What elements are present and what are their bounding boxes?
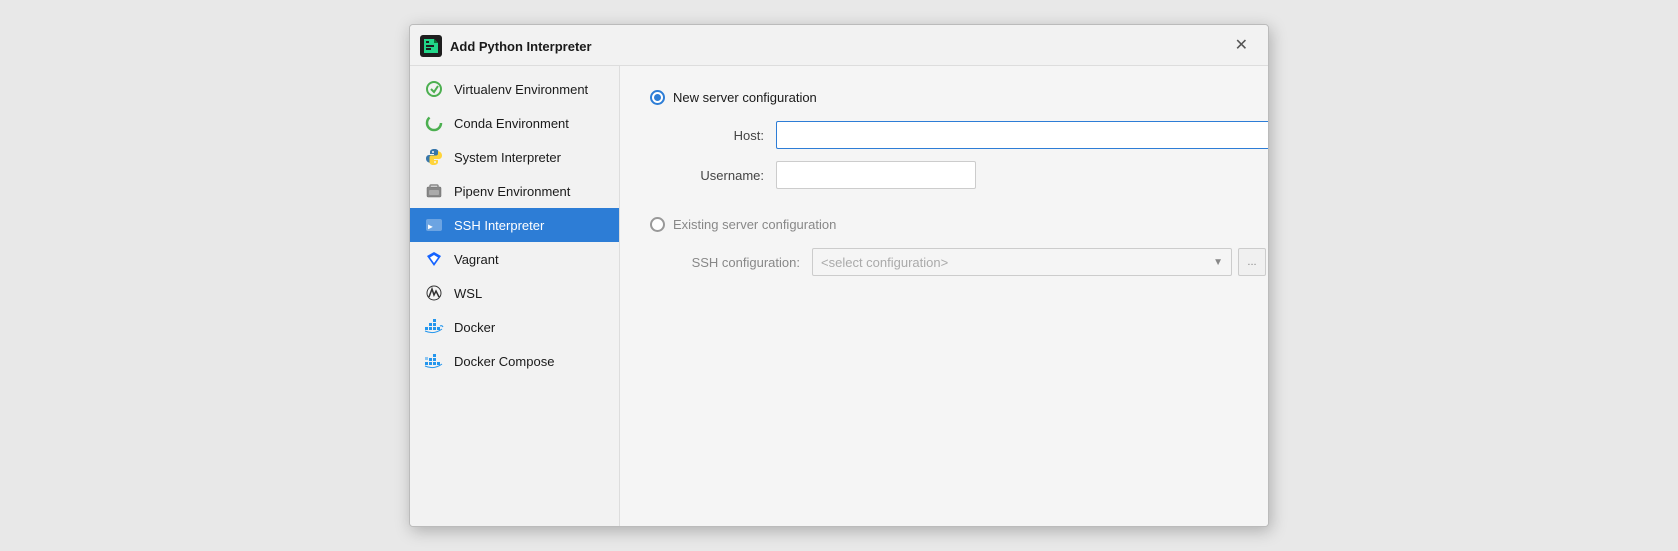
- vagrant-icon: [424, 249, 444, 269]
- new-server-radio[interactable]: [650, 90, 665, 105]
- existing-server-radio-row[interactable]: Existing server configuration: [650, 217, 1269, 232]
- sidebar-item-label: Virtualenv Environment: [454, 82, 588, 97]
- sidebar-item-system[interactable]: System Interpreter: [410, 140, 619, 174]
- close-button[interactable]: ✕: [1229, 36, 1254, 56]
- dialog-body: Virtualenv Environment Conda Environment…: [410, 66, 1268, 526]
- title-bar: Add Python Interpreter ✕: [410, 25, 1268, 66]
- sidebar-item-wsl[interactable]: WSL: [410, 276, 619, 310]
- ssh-config-select-wrapper: <select configuration> ▼ ...: [812, 248, 1266, 276]
- sidebar-item-label: Conda Environment: [454, 116, 569, 131]
- docker-compose-icon: [424, 351, 444, 371]
- pycharm-logo-icon: [420, 35, 442, 57]
- python-icon: [424, 147, 444, 167]
- dots-label: ...: [1247, 256, 1256, 268]
- wsl-icon: [424, 283, 444, 303]
- username-row: Username:: [650, 161, 1269, 189]
- ssh-icon: ▶: [424, 215, 444, 235]
- host-port-row: Host: Port:: [650, 121, 1269, 149]
- new-server-radio-row[interactable]: New server configuration: [650, 90, 1269, 105]
- sidebar-item-docker[interactable]: Docker: [410, 310, 619, 344]
- new-server-section: New server configuration Host: Port: Use…: [650, 90, 1269, 189]
- sidebar-item-label: Pipenv Environment: [454, 184, 570, 199]
- ssh-config-placeholder: <select configuration>: [821, 255, 948, 270]
- sidebar-item-label: Docker: [454, 320, 495, 335]
- ssh-config-row: SSH configuration: <select configuration…: [650, 248, 1269, 276]
- sidebar-item-virtualenv[interactable]: Virtualenv Environment: [410, 72, 619, 106]
- svg-text:▶: ▶: [428, 222, 433, 231]
- sidebar-item-label: SSH Interpreter: [454, 218, 544, 233]
- ssh-config-dots-button[interactable]: ...: [1238, 248, 1266, 276]
- sidebar-item-vagrant[interactable]: Vagrant: [410, 242, 619, 276]
- virtualenv-icon: [424, 79, 444, 99]
- sidebar-item-docker-compose[interactable]: Docker Compose: [410, 344, 619, 378]
- add-python-interpreter-dialog: Add Python Interpreter ✕ Virtualenv Envi…: [409, 24, 1269, 527]
- title-bar-left: Add Python Interpreter: [420, 35, 592, 57]
- existing-server-label: Existing server configuration: [673, 217, 836, 232]
- conda-icon: [424, 113, 444, 133]
- dropdown-arrow-icon: ▼: [1213, 257, 1223, 268]
- dialog-title: Add Python Interpreter: [450, 39, 592, 54]
- sidebar-item-label: System Interpreter: [454, 150, 561, 165]
- sidebar-item-pipenv[interactable]: Pipenv Environment: [410, 174, 619, 208]
- existing-server-radio[interactable]: [650, 217, 665, 232]
- existing-server-section: Existing server configuration SSH config…: [650, 217, 1269, 276]
- sidebar-item-label: WSL: [454, 286, 482, 301]
- docker-icon: [424, 317, 444, 337]
- new-server-label: New server configuration: [673, 90, 817, 105]
- host-input[interactable]: [776, 121, 1269, 149]
- pipenv-icon: [424, 181, 444, 201]
- sidebar-item-label: Docker Compose: [454, 354, 554, 369]
- host-label: Host:: [674, 128, 764, 143]
- sidebar-item-conda[interactable]: Conda Environment: [410, 106, 619, 140]
- username-input[interactable]: [776, 161, 976, 189]
- main-content: New server configuration Host: Port: Use…: [620, 66, 1269, 526]
- ssh-config-label: SSH configuration:: [674, 255, 800, 270]
- sidebar-item-label: Vagrant: [454, 252, 499, 267]
- ssh-config-select: <select configuration> ▼: [812, 248, 1232, 276]
- username-label: Username:: [674, 168, 764, 183]
- sidebar-item-ssh[interactable]: ▶ SSH Interpreter: [410, 208, 619, 242]
- sidebar: Virtualenv Environment Conda Environment…: [410, 66, 620, 526]
